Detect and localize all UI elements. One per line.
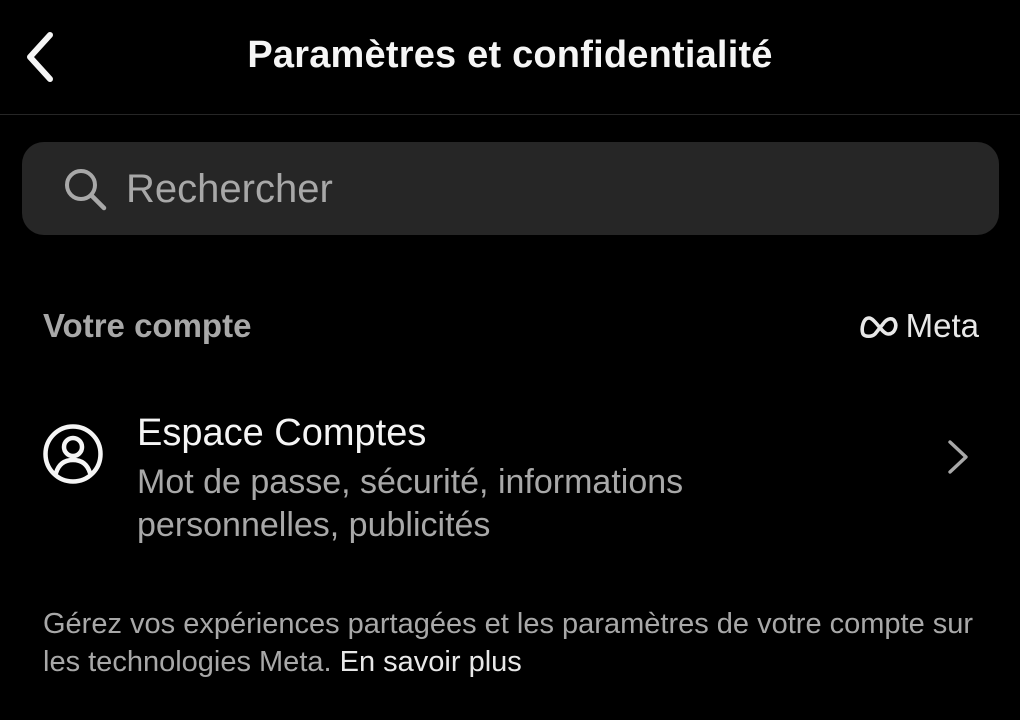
learn-more-link[interactable]: En savoir plus xyxy=(340,646,522,678)
section-title: Votre compte xyxy=(43,307,252,344)
search-icon xyxy=(65,169,107,211)
accounts-center-subtitle: Mot de passe, sécurité, informations per… xyxy=(137,463,684,544)
user-circle-icon xyxy=(43,424,103,484)
footer-description: Gérez vos expériences partagées et les p… xyxy=(43,605,983,681)
settings-screen: Paramètres et confidentialité Votre comp… xyxy=(0,0,1020,720)
chevron-right-icon xyxy=(948,440,968,474)
meta-brand: Meta xyxy=(858,306,979,346)
accounts-center-item[interactable]: Espace Comptes Mot de passe, sécurité, i… xyxy=(0,398,1020,558)
top-bar: Paramètres et confidentialité xyxy=(0,0,1020,115)
search-bar[interactable] xyxy=(22,142,999,235)
meta-label: Meta xyxy=(905,307,979,344)
accounts-center-title: Espace Comptes xyxy=(137,412,427,454)
meta-logo-icon xyxy=(860,316,898,339)
search-input[interactable] xyxy=(126,162,966,216)
page-title: Paramètres et confidentialité xyxy=(247,34,773,76)
